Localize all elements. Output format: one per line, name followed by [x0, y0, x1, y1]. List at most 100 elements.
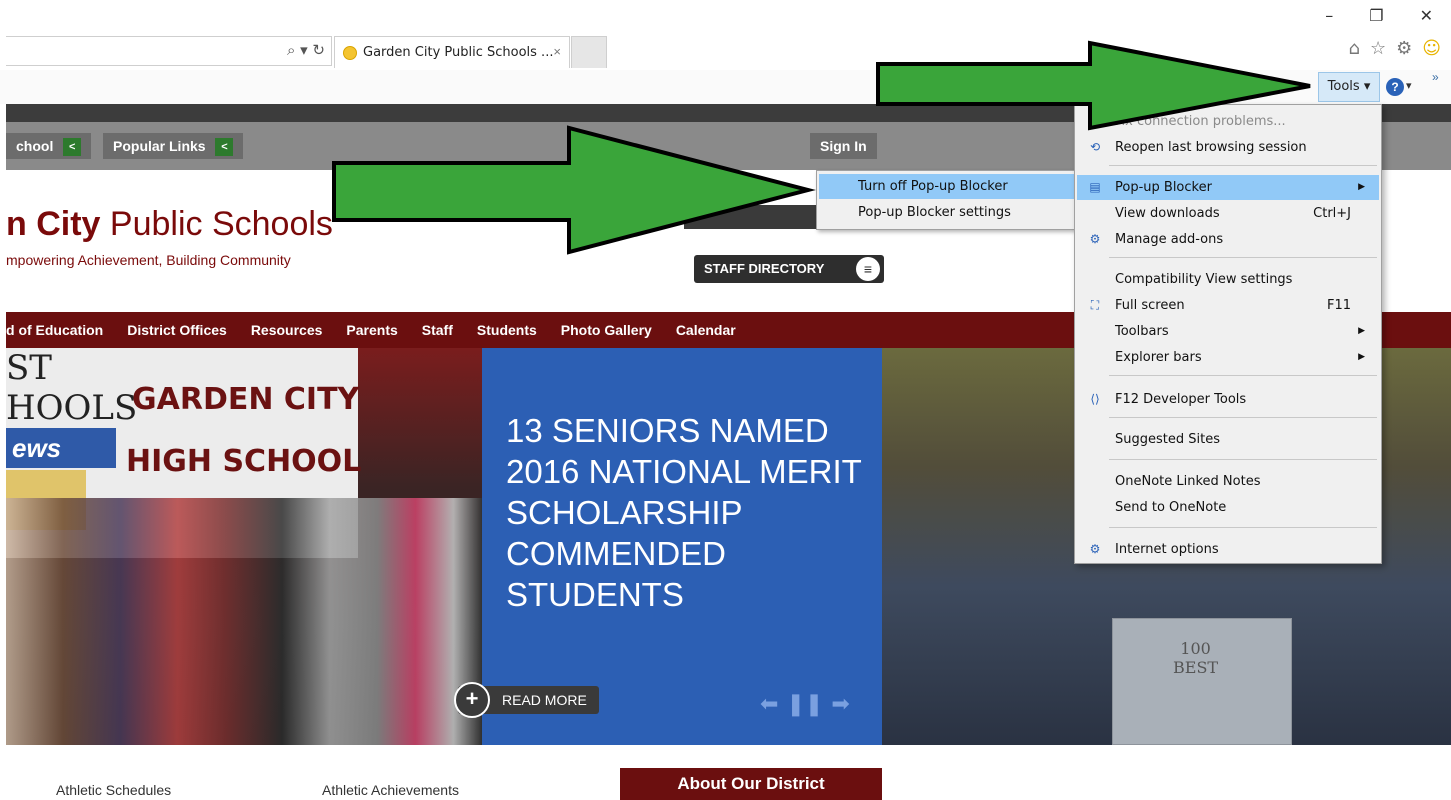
nav-item[interactable]: Resources — [251, 312, 323, 348]
menu-item-icon: ⚙ — [1089, 542, 1101, 556]
restore-icon[interactable]: ❐ — [1369, 6, 1383, 25]
settings-gear-icon[interactable]: ⚙ — [1396, 38, 1412, 59]
hero-photo-students: ST HOOLS ews GARDEN CITY HIGH SCHOOL — [6, 348, 482, 745]
tools-menu-item-toolbars[interactable]: Toolbars ▶ — [1077, 319, 1379, 344]
menu-separator — [1109, 165, 1377, 166]
popup-blocker-submenu: Turn off Pop-up Blocker Pop-up Blocker s… — [816, 170, 1078, 230]
home-icon[interactable]: ⌂ — [1349, 38, 1360, 59]
menu-separator — [1109, 257, 1377, 258]
feedback-smiley-icon[interactable]: ☺ — [1422, 38, 1441, 59]
site-title-bold: n City — [6, 205, 101, 243]
banner-top-text: ST HOOLS — [6, 348, 138, 428]
menu-item-icon: ⟲ — [1089, 140, 1101, 154]
tools-menu-item-explorer-bars[interactable]: Explorer bars ▶ — [1077, 345, 1379, 370]
turn-off-popup-blocker-item[interactable]: Turn off Pop-up Blocker — [819, 174, 1075, 199]
menu-item-label: Send to OneNote — [1115, 500, 1227, 515]
menu-item-label: Full screen — [1115, 298, 1185, 313]
athletic-achievements-link[interactable]: Athletic Achievements — [322, 782, 459, 798]
tools-menu-item-send-to-onenote[interactable]: Send to OneNote — [1077, 495, 1379, 520]
address-bar-search-refresh-icons[interactable]: ⌕ ▾ ↻ — [287, 41, 325, 59]
sign-in-button[interactable]: Sign In — [810, 133, 877, 159]
minimize-icon[interactable]: – — [1325, 6, 1333, 25]
tools-menu-item-suggested-sites[interactable]: Suggested Sites — [1077, 427, 1379, 452]
staff-directory-button[interactable]: STAFF DIRECTORY ≡ — [694, 255, 884, 283]
menu-item-label: F12 Developer Tools — [1115, 392, 1247, 407]
close-window-icon[interactable]: ✕ — [1420, 6, 1433, 25]
students-group-photo — [6, 498, 482, 745]
athletic-schedules-link[interactable]: Athletic Schedules — [56, 782, 171, 798]
menu-item-shortcut: Ctrl+J — [1313, 206, 1351, 221]
tools-menu-button[interactable]: Tools ▾ — [1318, 72, 1380, 102]
site-title-rest: Public Schools — [100, 205, 333, 243]
address-bar[interactable]: ⌕ ▾ ↻ — [6, 36, 332, 66]
submenu-arrow-icon: ▶ — [1358, 182, 1365, 192]
about-our-district-button[interactable]: About Our District — [620, 768, 882, 800]
menu-separator — [1109, 527, 1377, 528]
menu-item-label: Toolbars — [1115, 324, 1169, 339]
command-bar — [0, 70, 1451, 104]
hero-headline: 13 SENIORS NAMED 2016 NATIONAL MERIT SCH… — [506, 412, 862, 613]
pause-icon[interactable]: ❚❚ — [786, 692, 823, 717]
banner-garden-city: GARDEN CITY — [132, 382, 360, 417]
menu-item-label: Reopen last browsing session — [1115, 140, 1307, 155]
browser-toolbar-icons: ⌂ ☆ ⚙ ☺ — [1349, 38, 1441, 59]
nav-item[interactable]: Calendar — [676, 312, 736, 348]
menu-item-label: Manage add-ons — [1115, 232, 1224, 247]
tools-dropdown-menu: Fix connection problems... ⟲ Reopen last b… — [1074, 104, 1382, 564]
menu-separator — [1109, 375, 1377, 376]
popup-blocker-settings-item[interactable]: Pop-up Blocker settings — [819, 200, 1075, 225]
nav-item[interactable]: District Offices — [127, 312, 227, 348]
arrow-left-icon[interactable]: ⬅ — [760, 692, 778, 717]
popular-links-button[interactable]: Popular Links < — [103, 133, 244, 159]
safety-menu-caret-icon[interactable]: ▾ — [1300, 79, 1306, 92]
tools-menu-item-reopen-last-browsing-session[interactable]: ⟲ Reopen last browsing session — [1077, 135, 1379, 160]
tools-menu-item-f12-developer-tools[interactable]: ⟨⟩ F12 Developer Tools — [1077, 387, 1379, 412]
site-title[interactable]: n City Public Schools — [6, 205, 333, 244]
tools-menu-item-compatibility-view-settings[interactable]: Compatibility View settings — [1077, 267, 1379, 292]
favorites-star-icon[interactable]: ☆ — [1370, 38, 1386, 59]
help-icon[interactable]: ? — [1386, 78, 1404, 96]
hero-news-panel: 13 SENIORS NAMED 2016 NATIONAL MERIT SCH… — [454, 348, 882, 745]
tab-title: Garden City Public Schools ... — [363, 45, 554, 60]
more-commands-chevron-icon[interactable]: » — [1432, 70, 1439, 84]
plus-circle-icon[interactable]: + — [454, 682, 490, 718]
menu-item-shortcut: F11 — [1326, 298, 1351, 313]
tools-menu-item-full-screen[interactable]: ⛶ Full screen F11 — [1077, 293, 1379, 318]
tools-menu-item-manage-add-ons[interactable]: ⚙ Manage add-ons — [1077, 227, 1379, 252]
menu-item-label: Compatibility View settings — [1115, 272, 1293, 287]
tools-menu-item-fix-connection-problems: Fix connection problems... — [1077, 109, 1379, 134]
staff-directory-label: STAFF DIRECTORY — [704, 261, 825, 276]
menu-item-icon: ▤ — [1089, 180, 1101, 194]
arrow-right-icon[interactable]: ➡ — [831, 692, 849, 717]
us-news-badge: ews — [6, 428, 116, 468]
window-controls: – ❐ ✕ — [1325, 6, 1433, 25]
nav-item[interactable]: Students — [477, 312, 537, 348]
tab-close-icon[interactable]: × — [553, 44, 561, 59]
menu-item-label: Internet options — [1115, 542, 1219, 557]
tools-menu-item-internet-options[interactable]: ⚙ Internet options — [1077, 537, 1379, 562]
menu-item-label: Explorer bars — [1115, 350, 1202, 365]
tools-menu-item-view-downloads[interactable]: View downloads Ctrl+J — [1077, 201, 1379, 226]
help-caret-icon[interactable]: ▾ — [1406, 79, 1412, 92]
menu-item-icon: ⟨⟩ — [1090, 392, 1100, 406]
slider-controls: ⬅ ❚❚ ➡ — [760, 692, 850, 717]
menu-item-label: Suggested Sites — [1115, 432, 1220, 447]
tools-menu-item-onenote-linked-notes[interactable]: OneNote Linked Notes — [1077, 469, 1379, 494]
submenu-arrow-icon: ▶ — [1358, 352, 1365, 362]
banner-best-high-schools-text: ST HOOLS — [6, 348, 137, 428]
browser-tab[interactable]: Garden City Public Schools ... × — [334, 36, 570, 68]
nav-item[interactable]: Photo Gallery — [561, 312, 652, 348]
school-dropdown-button[interactable]: chool < — [6, 133, 92, 159]
tools-menu-item-pop-up-blocker[interactable]: ▤ Pop-up Blocker ▶ — [1077, 175, 1379, 200]
banner-high-school: HIGH SCHOOL — [126, 444, 362, 479]
nav-item[interactable]: d of Education — [6, 312, 103, 348]
popular-links-label: Popular Links — [113, 138, 206, 154]
nav-item[interactable]: Parents — [346, 312, 397, 348]
menu-item-label: Fix connection problems... — [1115, 114, 1286, 129]
new-tab-button[interactable] — [571, 36, 607, 68]
nav-item[interactable]: Staff — [422, 312, 453, 348]
best-high-schools-flag: 100 BEST — [1112, 618, 1292, 745]
browser-titlebar: ⌕ ▾ ↻ Garden City Public Schools ... × –… — [0, 0, 1451, 70]
menu-item-icon: ⚙ — [1089, 232, 1101, 246]
flag-text: 100 BEST — [1173, 639, 1219, 677]
